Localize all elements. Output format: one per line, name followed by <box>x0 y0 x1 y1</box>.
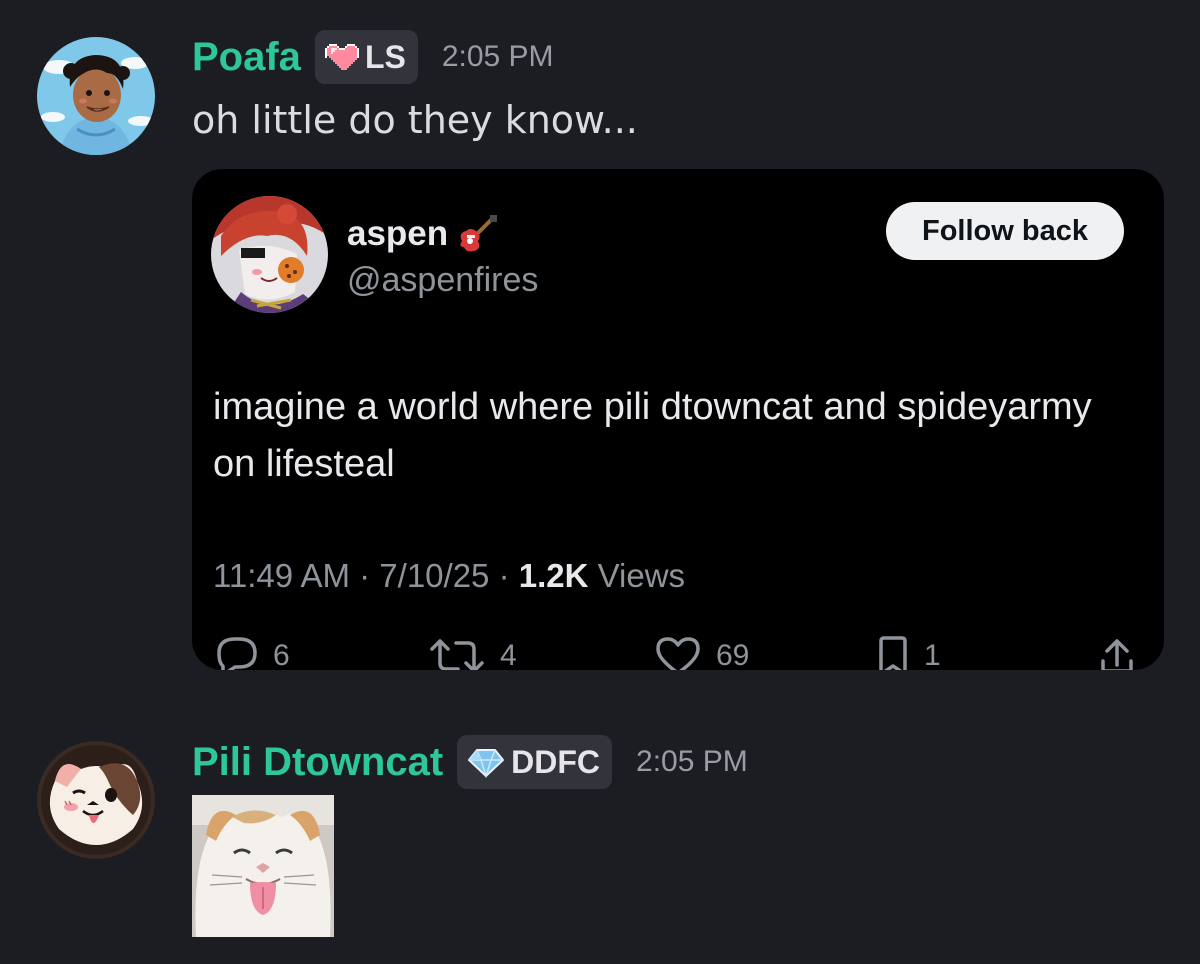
username[interactable]: Poafa <box>192 35 301 80</box>
tweet-handle[interactable]: @aspenfires <box>347 261 538 300</box>
share-icon <box>1101 639 1133 670</box>
bookmark-count: 1 <box>924 639 941 670</box>
share-action[interactable] <box>1097 635 1137 670</box>
tweet-display-name: aspen <box>347 214 449 253</box>
avatar-pili-dtowncat[interactable] <box>37 741 155 859</box>
like-action[interactable]: 69 <box>654 635 749 670</box>
server-tag-label: DDFC <box>511 743 601 780</box>
heart-icon <box>656 637 700 670</box>
avatar-poafa[interactable] <box>37 37 155 155</box>
tweet-embed[interactable]: aspen @aspenfires Follow back imagine a … <box>192 169 1164 670</box>
server-tag[interactable]: LS <box>314 30 418 84</box>
timestamp: 2:05 PM <box>636 745 748 778</box>
tweet-author-name[interactable]: aspen <box>347 213 498 255</box>
like-count: 69 <box>716 639 750 670</box>
message-text: oh little do they know... <box>192 98 638 142</box>
guitar-icon <box>460 215 498 252</box>
tweet-timestamp: 11:49 AM · 7/10/25 · <box>213 557 519 594</box>
server-tag-label: LS <box>364 38 406 75</box>
username[interactable]: Pili Dtowncat <box>192 740 443 785</box>
message-header: Poafa LS 2:05 PM <box>192 30 554 84</box>
repost-action[interactable]: 4 <box>428 635 517 670</box>
tweet-body: imagine a world where pili dtowncat and … <box>213 386 1092 485</box>
bookmark-action[interactable]: 1 <box>876 635 941 670</box>
repost-icon <box>430 639 484 670</box>
diamond-icon <box>468 749 505 778</box>
repost-count: 4 <box>500 639 517 670</box>
tweet-views-label: Views <box>588 557 686 594</box>
heart-pixel-icon <box>324 44 359 70</box>
server-tag[interactable]: DDFC <box>457 735 613 789</box>
bookmark-icon <box>879 636 907 670</box>
message-header: Pili Dtowncat DDFC 2:05 PM <box>192 735 748 789</box>
tweet-views-count: 1.2K <box>518 557 589 594</box>
image-attachment[interactable] <box>192 795 334 937</box>
tweet-meta: 11:49 AM · 7/10/25 · 1.2K Views <box>213 557 685 595</box>
tweet-author-avatar[interactable] <box>211 196 328 313</box>
timestamp: 2:05 PM <box>441 40 554 73</box>
cat-tongue-image <box>192 795 334 937</box>
reply-action[interactable]: 6 <box>213 635 290 670</box>
reply-count: 6 <box>273 639 290 670</box>
follow-back-button[interactable]: Follow back <box>886 202 1124 260</box>
reply-icon <box>217 637 257 670</box>
